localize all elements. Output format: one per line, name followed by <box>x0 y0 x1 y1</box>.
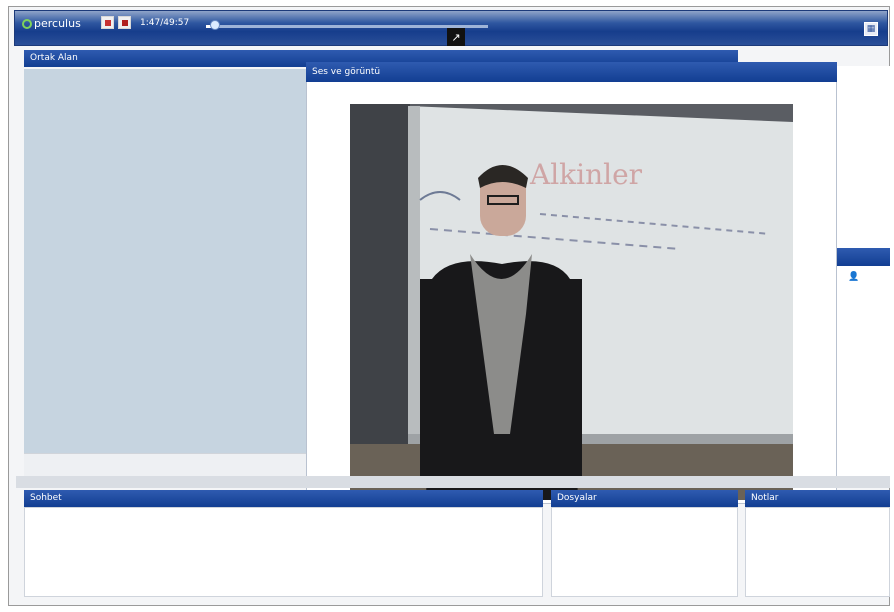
shared-area-title: Ortak Alan <box>30 53 78 63</box>
logo-ring-icon <box>22 18 32 29</box>
playback-time: 1:47/49:57 <box>140 18 190 28</box>
popout-icon[interactable]: ↗ <box>447 28 465 46</box>
video-frame: Alkinler <box>350 104 793 500</box>
video-feed[interactable]: Alkinler <box>350 104 793 500</box>
app-name: perculus <box>34 17 81 30</box>
notes-header: Notlar <box>745 490 890 507</box>
shared-area-footer <box>24 453 308 476</box>
notes-title: Notlar <box>751 493 779 503</box>
seek-bar[interactable] <box>206 25 488 28</box>
files-header: Dosyalar <box>551 490 738 507</box>
chat-title: Sohbet <box>30 493 62 503</box>
files-title: Dosyalar <box>557 493 597 503</box>
participants-header <box>837 248 890 266</box>
pause-button[interactable] <box>101 16 114 29</box>
bottom-divider <box>16 476 890 488</box>
perculus-logo: perculus <box>22 17 81 30</box>
audio-video-title: Ses ve görüntü <box>312 67 381 77</box>
chat-header: Sohbet <box>24 490 543 507</box>
audio-video-header: Ses ve görüntü <box>306 62 837 82</box>
participants-panel <box>837 66 890 476</box>
chat-area[interactable] <box>24 507 543 597</box>
seek-handle[interactable] <box>210 20 220 30</box>
files-area[interactable] <box>551 507 738 597</box>
notes-area[interactable] <box>745 507 890 597</box>
whiteboard-text: Alkinler <box>529 158 643 191</box>
user-icon: 👤 <box>848 272 860 282</box>
stop-button[interactable] <box>118 16 131 29</box>
pause-icon <box>104 19 111 26</box>
stop-icon <box>121 19 128 26</box>
layout-icon[interactable]: ▦ <box>864 22 878 36</box>
shared-area-canvas[interactable] <box>24 69 308 453</box>
